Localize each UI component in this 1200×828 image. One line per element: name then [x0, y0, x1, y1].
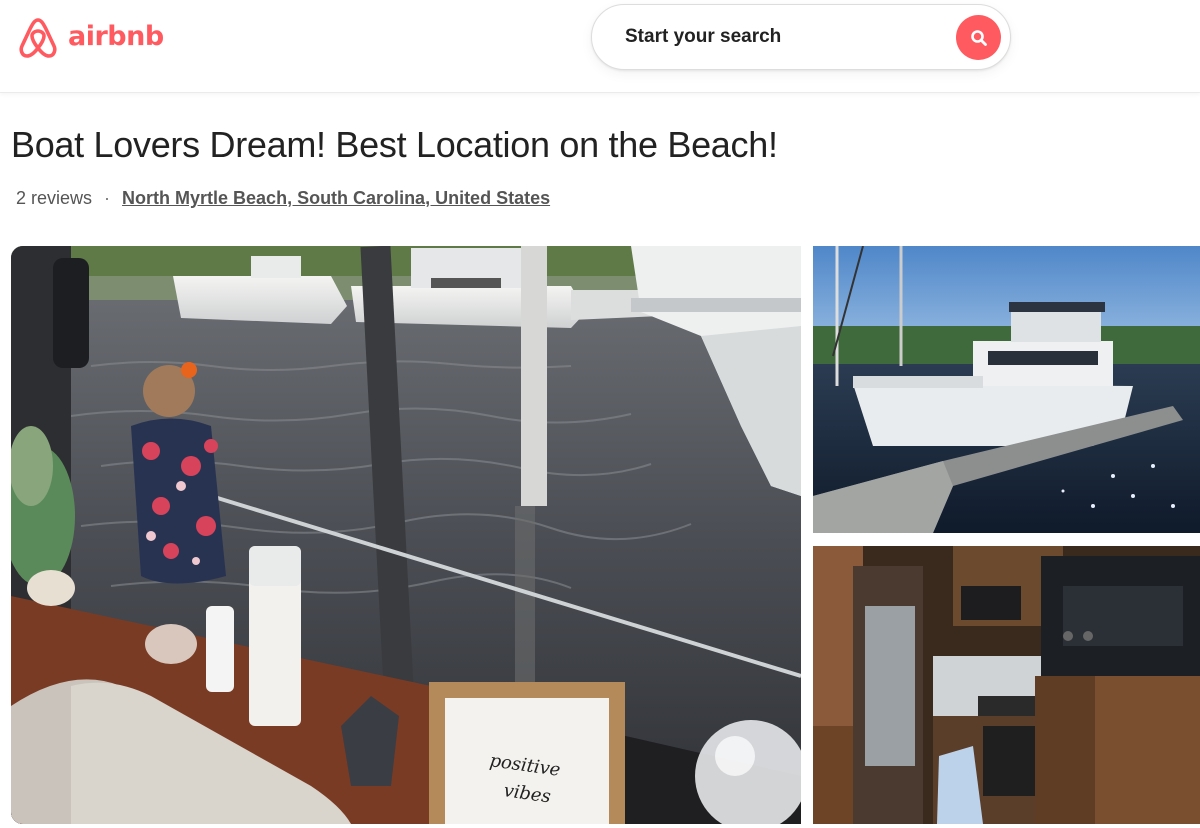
listing-title: Boat Lovers Dream! Best Location on the … [11, 124, 778, 165]
listing-photo-yacht-dock[interactable] [813, 246, 1200, 533]
brand-wordmark: airbnb [68, 20, 164, 52]
search-bar[interactable]: Start your search [591, 4, 1011, 70]
location-link[interactable]: North Myrtle Beach, South Carolina, Unit… [122, 188, 550, 209]
airbnb-logo[interactable]: airbnb [16, 14, 164, 60]
search-icon [970, 29, 987, 46]
listing-photo-main[interactable]: positive vibes [11, 246, 801, 824]
search-label: Start your search [625, 26, 782, 47]
reviews-link[interactable]: 2 reviews [16, 188, 92, 209]
meta-separator: · [104, 188, 111, 208]
listing-photo-galley[interactable] [813, 546, 1200, 824]
airbnb-belo-icon [19, 18, 57, 58]
top-header: airbnb Start your search [0, 0, 1200, 93]
search-button[interactable] [956, 15, 1001, 60]
listing-meta: 2 reviews · North Myrtle Beach, South Ca… [16, 188, 550, 209]
